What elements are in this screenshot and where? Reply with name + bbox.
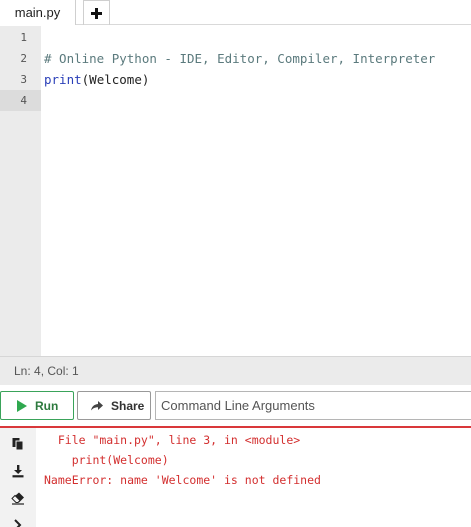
eraser-icon[interactable] [11, 491, 25, 505]
line-number: 3 [20, 73, 27, 86]
code-argument: Welcome [89, 72, 142, 87]
output-line: File "main.py", line 3, in <module> [44, 433, 301, 447]
chevron-right-icon[interactable] [11, 518, 25, 527]
output-console: File "main.py", line 3, in <module> prin… [0, 426, 471, 527]
code-paren-close: ) [141, 72, 150, 87]
code-builtin: print [44, 72, 82, 87]
command-line-arguments-input[interactable] [155, 391, 471, 420]
line-number: 1 [20, 31, 27, 44]
copy-icon[interactable] [11, 437, 25, 451]
download-icon[interactable] [11, 464, 25, 478]
tab-bar: main.py [0, 0, 471, 25]
share-label: Share [111, 398, 145, 413]
add-tab-button[interactable] [83, 0, 110, 25]
run-button[interactable]: Run [0, 391, 74, 420]
status-bar: Ln: 4, Col: 1 [0, 356, 471, 385]
run-label: Run [35, 398, 59, 413]
plus-icon [91, 7, 102, 19]
line-number: 2 [20, 52, 27, 65]
run-toolbar: Run Share [0, 385, 471, 427]
output-sidebar [0, 428, 36, 527]
tab-main-py[interactable]: main.py [0, 0, 76, 25]
code-editor[interactable]: 1 2 3 4 # Online Python - IDE, Editor, C… [0, 26, 471, 356]
code-line-comment: # Online Python - IDE, Editor, Compiler,… [44, 51, 436, 66]
output-line: print(Welcome) [44, 453, 169, 467]
output-line: NameError: name 'Welcome' is not defined [44, 473, 321, 487]
share-icon [91, 400, 103, 410]
line-number: 4 [20, 94, 27, 107]
play-icon [17, 399, 27, 412]
code-line-print: print(Welcome) [44, 69, 149, 90]
cursor-position: Ln: 4, Col: 1 [14, 364, 79, 378]
share-button[interactable]: Share [77, 391, 151, 420]
line-number-gutter: 1 2 3 4 [0, 26, 41, 356]
tab-label: main.py [14, 5, 61, 20]
